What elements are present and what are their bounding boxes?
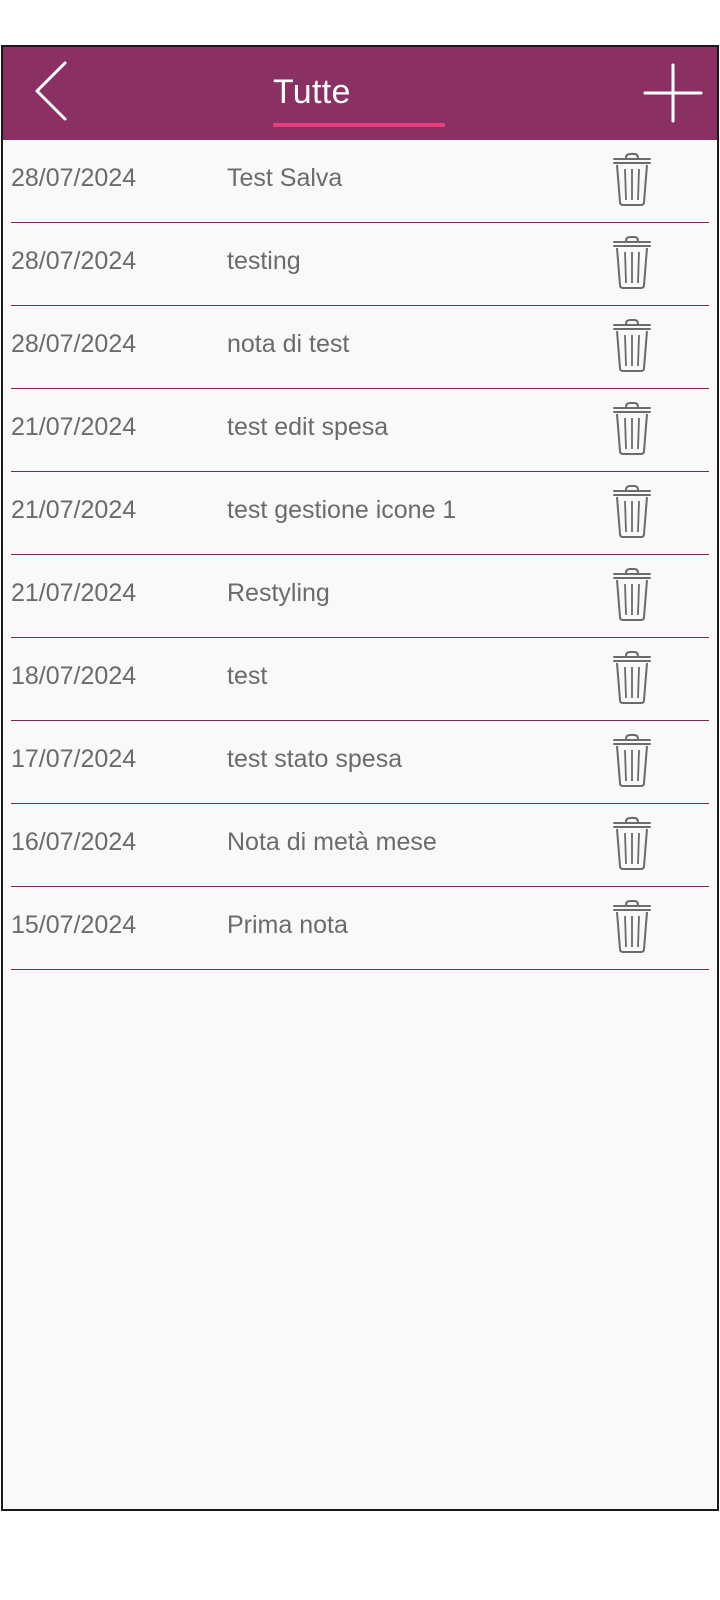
list-item[interactable]: 15/07/2024 Prima nota [11, 887, 709, 970]
list-item[interactable]: 18/07/2024 test [11, 638, 709, 721]
trash-icon [613, 817, 651, 870]
delete-button[interactable] [611, 566, 653, 622]
note-date: 28/07/2024 [11, 330, 137, 358]
list-item[interactable]: 21/07/2024 Restyling [11, 555, 709, 638]
delete-button[interactable] [611, 898, 653, 954]
note-date: 21/07/2024 [11, 413, 137, 441]
app-screen: Tutte 28/07/2024 Test Salva 28/07/2024 t… [1, 45, 719, 1511]
note-date: 18/07/2024 [11, 662, 137, 690]
list-item[interactable]: 16/07/2024 Nota di metà mese [11, 804, 709, 887]
list-item[interactable]: 17/07/2024 test stato spesa [11, 721, 709, 804]
plus-icon [643, 63, 703, 123]
trash-icon [613, 485, 651, 538]
note-title: Restyling [227, 579, 330, 607]
trash-icon [613, 568, 651, 621]
note-date: 21/07/2024 [11, 579, 137, 607]
note-date: 28/07/2024 [11, 164, 137, 192]
list-item[interactable]: 21/07/2024 test edit spesa [11, 389, 709, 472]
chevron-left-icon [35, 61, 67, 121]
add-note-button[interactable] [641, 61, 705, 125]
tab-label: Tutte [273, 73, 351, 111]
note-date: 21/07/2024 [11, 496, 137, 524]
trash-icon [613, 900, 651, 953]
note-date: 16/07/2024 [11, 828, 137, 856]
back-button[interactable] [27, 59, 83, 127]
note-title: test edit spesa [227, 413, 389, 441]
note-title: nota di test [227, 330, 350, 358]
tab-tutte[interactable]: Tutte [273, 47, 445, 140]
tab-active-indicator [273, 123, 445, 127]
note-title: test stato spesa [227, 745, 403, 773]
trash-icon [613, 734, 651, 787]
note-title: test gestione icone 1 [227, 496, 457, 524]
delete-button[interactable] [611, 151, 653, 207]
top-bar: Tutte [3, 47, 717, 140]
delete-button[interactable] [611, 317, 653, 373]
delete-button[interactable] [611, 732, 653, 788]
trash-icon [613, 651, 651, 704]
delete-button[interactable] [611, 483, 653, 539]
notes-list: 28/07/2024 Test Salva 28/07/2024 testing [3, 140, 717, 970]
note-date: 28/07/2024 [11, 247, 137, 275]
note-date: 15/07/2024 [11, 911, 137, 939]
delete-button[interactable] [611, 649, 653, 705]
note-date: 17/07/2024 [11, 745, 137, 773]
list-item[interactable]: 28/07/2024 testing [11, 223, 709, 306]
list-item[interactable]: 28/07/2024 nota di test [11, 306, 709, 389]
trash-icon [613, 153, 651, 206]
trash-icon [613, 319, 651, 372]
trash-icon [613, 402, 651, 455]
note-title: testing [227, 247, 301, 275]
delete-button[interactable] [611, 815, 653, 871]
note-title: Prima nota [227, 911, 348, 939]
trash-icon [613, 236, 651, 289]
delete-button[interactable] [611, 400, 653, 456]
list-item[interactable]: 21/07/2024 test gestione icone 1 [11, 472, 709, 555]
delete-button[interactable] [611, 234, 653, 290]
note-title: Nota di metà mese [227, 828, 437, 856]
list-item[interactable]: 28/07/2024 Test Salva [11, 140, 709, 223]
note-title: Test Salva [227, 164, 343, 192]
note-title: test [227, 662, 268, 690]
